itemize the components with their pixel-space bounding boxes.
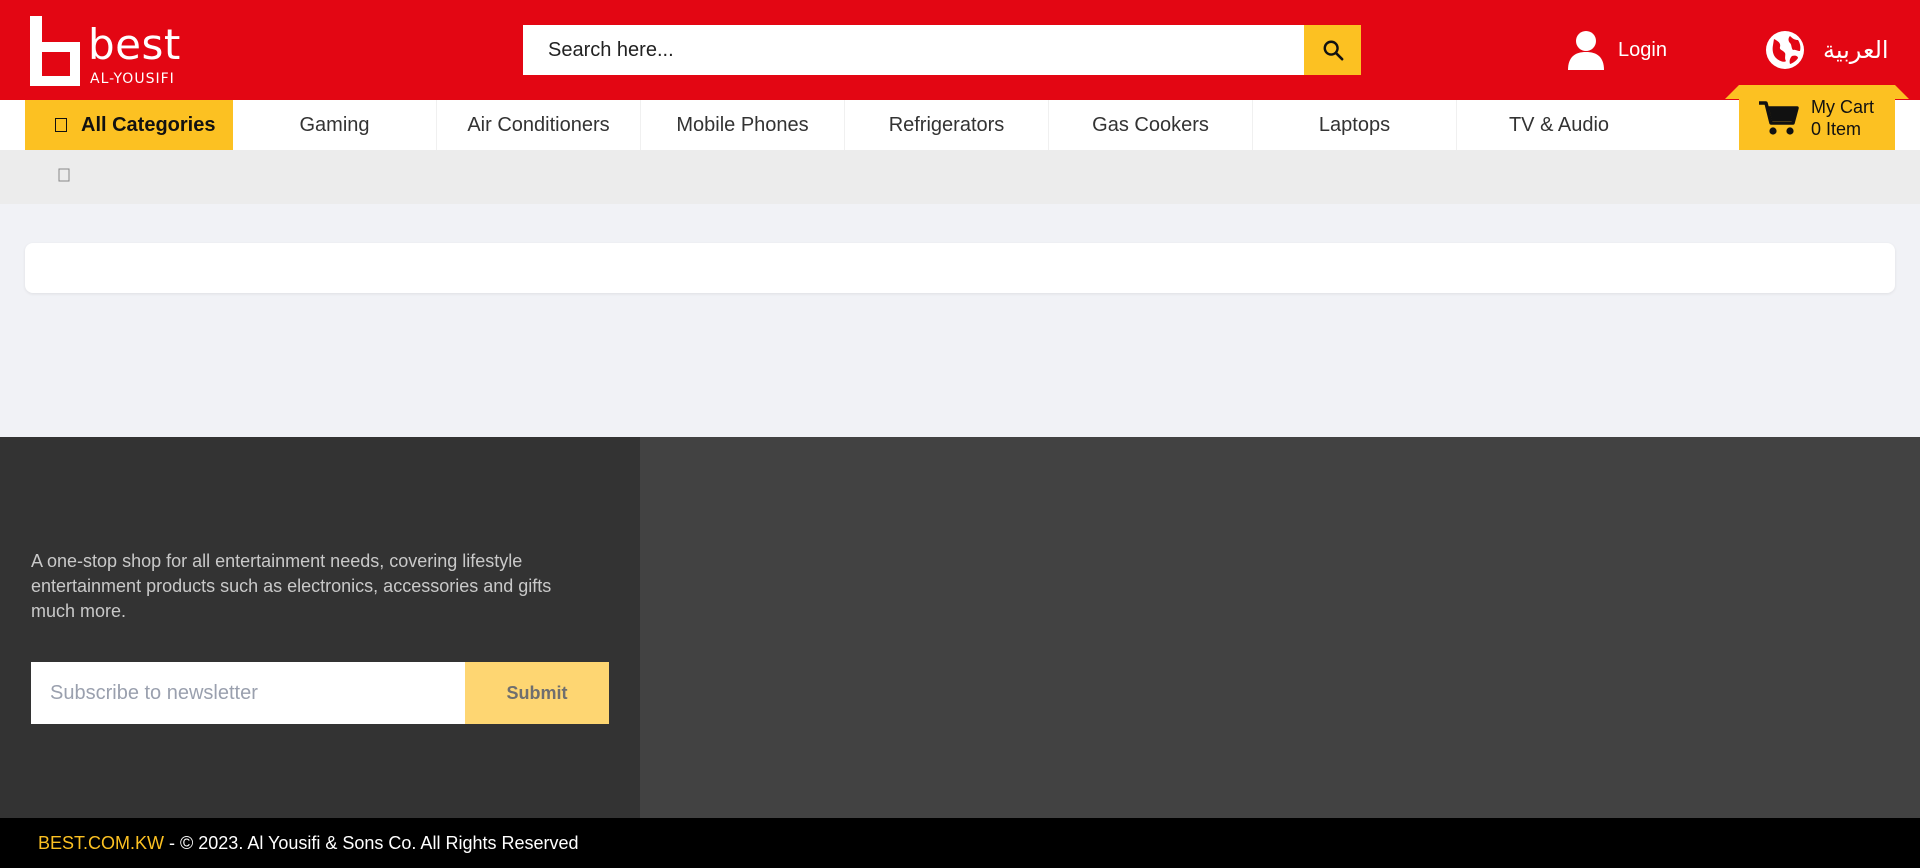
logo-subtitle: AL-YOUSIFI [90,71,175,87]
footer-links-area [640,437,1920,818]
cart-tab-corner [1725,85,1739,99]
brand-logo[interactable]: best AL-YOUSIFI [30,16,200,88]
cart-icon [1759,100,1799,135]
nav-items: Gaming Air Conditioners Mobile Phones Re… [233,100,1661,150]
nav-item-tv-audio[interactable]: TV & Audio [1457,100,1661,150]
cart-button[interactable]: My Cart 0 Item [1739,85,1895,150]
nav-item-mobile-phones[interactable]: Mobile Phones [641,100,845,150]
search-bar [523,25,1361,75]
logo-wordmark: best [88,20,181,69]
nav-item-refrigerators[interactable]: Refrigerators [845,100,1049,150]
nav-item-laptops[interactable]: Laptops [1253,100,1457,150]
nav-item-gaming[interactable]: Gaming [233,100,437,150]
newsletter-submit-button[interactable]: Submit [465,662,609,724]
nav-item-air-conditioners[interactable]: Air Conditioners [437,100,641,150]
content-card [25,243,1895,293]
login-label: Login [1618,38,1667,61]
search-button[interactable] [1304,25,1361,75]
language-label: العربية [1823,36,1889,64]
home-icon[interactable] [56,167,72,183]
breadcrumb [0,150,1920,204]
all-categories-label: All Categories [81,113,216,136]
copyright-brand-link[interactable]: BEST.COM.KW [38,833,164,854]
nav-item-gas-cookers[interactable]: Gas Cookers [1049,100,1253,150]
search-input[interactable] [523,25,1304,75]
site-header: best AL-YOUSIFI Login العربية [0,0,1920,100]
footer-description: A one-stop shop for all entertainment ne… [31,551,552,621]
language-switch[interactable]: العربية [1765,28,1889,72]
footer-about: A one-stop shop for all entertainment ne… [0,437,640,818]
menu-icon [55,118,67,132]
copyright-bar: BEST.COM.KW - © 2023. Al Yousifi & Sons … [0,818,1920,868]
cart-title: My Cart [1811,96,1874,117]
logo-mark [30,16,80,86]
cart-tab-corner [1895,85,1909,99]
newsletter-input[interactable] [31,662,465,724]
globe-icon [1766,31,1804,69]
category-nav: All Categories Gaming Air Conditioners M… [0,100,1920,150]
cart-count: 0 Item [1811,118,1862,139]
user-icon [1568,31,1604,70]
newsletter-form: Submit [31,662,609,724]
search-icon [1323,40,1343,61]
login-link[interactable]: Login [1568,28,1667,72]
cart-summary: My Cart 0 Item [1811,96,1874,140]
copyright-text: - © 2023. Al Yousifi & Sons Co. All Righ… [164,832,579,853]
all-categories-button[interactable]: All Categories [25,100,233,150]
